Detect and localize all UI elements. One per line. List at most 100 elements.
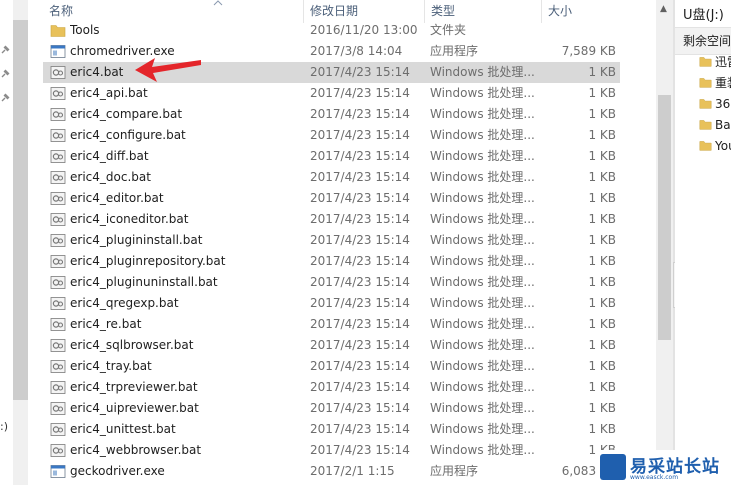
file-name: eric4_doc.bat	[70, 170, 151, 184]
file-row[interactable]: eric4_pluginuninstall.bat 2017/4/23 15:14…	[43, 272, 620, 293]
nav-scrollbar-thumb[interactable]	[13, 20, 28, 400]
file-type: Windows 批处理...	[430, 86, 535, 100]
file-row[interactable]: eric4_configure.bat 2017/4/23 15:14 Window…	[43, 125, 620, 146]
file-row[interactable]: eric4_uipreviewer.bat 2017/4/23 15:14 Wind…	[43, 398, 620, 419]
file-name: eric4_pluginuninstall.bat	[70, 275, 218, 289]
bat-file-icon	[50, 171, 66, 184]
details-pane: U盘(J:) 剩余空间 迅雷重装 360 Bai You	[675, 0, 731, 485]
file-date: 2017/4/23 15:14	[310, 359, 410, 373]
file-name: eric4_trpreviewer.bat	[70, 380, 198, 394]
file-type: Windows 批处理...	[430, 128, 535, 142]
file-date: 2017/4/23 15:14	[310, 422, 410, 436]
file-type: Windows 批处理...	[430, 422, 535, 436]
file-row[interactable]: eric4_diff.bat 2017/4/23 15:14 Windows 批处理…	[43, 146, 620, 167]
file-date: 2017/4/23 15:14	[310, 107, 410, 121]
file-name: eric4_sqlbrowser.bat	[70, 338, 194, 352]
file-row[interactable]: eric4_tray.bat 2017/4/23 15:14 Windows 批处理…	[43, 356, 620, 377]
file-row[interactable]: Tools 2016/11/20 13:00 文件夹	[43, 20, 620, 41]
file-row[interactable]: eric4_webbrowser.bat 2017/4/23 15:14 Windo…	[43, 440, 620, 461]
exe-icon	[50, 45, 66, 58]
drive-folder-item[interactable]: Bai	[699, 115, 731, 136]
drive-folder-item[interactable]: 360	[699, 94, 731, 115]
file-type: Windows 批处理...	[430, 380, 535, 394]
folder-icon	[50, 25, 66, 37]
file-size: 1 KB	[588, 149, 616, 163]
file-row[interactable]: eric4_api.bat 2017/4/23 15:14 Windows 批处理.…	[43, 83, 620, 104]
file-type: Windows 批处理...	[430, 296, 535, 310]
file-date: 2017/4/23 15:14	[310, 212, 410, 226]
file-date: 2017/4/23 15:14	[310, 275, 410, 289]
file-size: 1 KB	[588, 65, 616, 79]
file-row[interactable]: eric4_sqlbrowser.bat 2017/4/23 15:14 Windo…	[43, 335, 620, 356]
file-type: Windows 批处理...	[430, 275, 535, 289]
bat-file-icon	[50, 360, 66, 373]
file-date: 2017/4/23 15:14	[310, 191, 410, 205]
file-row[interactable]: eric4_compare.bat 2017/4/23 15:14 Windows …	[43, 104, 620, 125]
bat-file-icon	[50, 66, 66, 79]
file-date: 2017/4/23 15:14	[310, 401, 410, 415]
bat-file-icon	[50, 192, 66, 205]
file-row[interactable]: chromedriver.exe 2017/3/8 14:04 应用程序 7,589 …	[43, 41, 620, 62]
file-row[interactable]: geckodriver.exe 2017/2/1 1:15 应用程序 6,083 KB	[43, 461, 620, 482]
file-row[interactable]: eric4_qregexp.bat 2017/4/23 15:14 Windows …	[43, 293, 620, 314]
file-row[interactable]: eric4_pluginrepository.bat 2017/4/23 15:1…	[43, 251, 620, 272]
file-type: 应用程序	[430, 464, 479, 478]
drive-folder-label: 重装	[715, 76, 731, 90]
file-list-scrollbar-thumb[interactable]	[658, 95, 671, 340]
file-row[interactable]: eric4_unittest.bat 2017/4/23 15:14 Windows…	[43, 419, 620, 440]
scroll-up-arrow-icon[interactable]: ▲	[660, 4, 667, 14]
file-type: Windows 批处理...	[430, 254, 535, 268]
file-row[interactable]: eric4_trpreviewer.bat 2017/4/23 15:14 Wind…	[43, 377, 620, 398]
file-date: 2017/4/23 15:14	[310, 254, 410, 268]
folder-icon	[699, 141, 712, 151]
bat-file-icon	[50, 234, 66, 247]
red-arrow-annotation	[135, 58, 201, 82]
bat-file-icon	[50, 276, 66, 289]
drive-label[interactable]: U盘(J:)	[683, 4, 724, 23]
file-type: Windows 批处理...	[430, 317, 535, 331]
file-size: 1 KB	[588, 422, 616, 436]
pin-icon[interactable]	[0, 69, 10, 79]
exe-icon	[50, 465, 66, 478]
file-row[interactable]: eric4_plugininstall.bat 2017/4/23 15:14 Wi…	[43, 230, 620, 251]
file-name: eric4_qregexp.bat	[70, 296, 179, 310]
file-name: eric4_tray.bat	[70, 359, 152, 373]
file-row[interactable]: eric4_iconeditor.bat 2017/4/23 15:14 Windo…	[43, 209, 620, 230]
drive-folder-item[interactable]: 迅雷	[699, 52, 731, 73]
file-date: 2017/4/23 15:14	[310, 128, 410, 142]
pin-icon[interactable]	[0, 93, 10, 103]
file-name: eric4_uipreviewer.bat	[70, 401, 199, 415]
file-type: Windows 批处理...	[430, 107, 535, 121]
file-size: 1 KB	[588, 191, 616, 205]
file-size: 1 KB	[588, 401, 616, 415]
file-date: 2017/4/23 15:14	[310, 443, 410, 457]
navigation-pane: :)	[0, 0, 13, 485]
file-row[interactable]: eric4_re.bat 2017/4/23 15:14 Windows 批处理..…	[43, 314, 620, 335]
file-type: Windows 批处理...	[430, 149, 535, 163]
file-size: 1 KB	[588, 317, 616, 331]
file-date: 2017/4/23 15:14	[310, 296, 410, 310]
free-space-label: 剩余空间	[683, 34, 731, 48]
bat-file-icon	[50, 423, 66, 436]
file-type: 文件夹	[430, 23, 467, 37]
bat-file-icon	[50, 129, 66, 142]
file-size: 1 KB	[588, 212, 616, 226]
pin-icon[interactable]	[0, 45, 10, 55]
drive-folder-item[interactable]: 重装	[699, 73, 731, 94]
file-type: Windows 批处理...	[430, 65, 535, 79]
file-size: 1 KB	[588, 107, 616, 121]
file-row[interactable]: eric4.bat 2017/4/23 15:14 Windows 批处理... 1 …	[43, 62, 620, 83]
file-row[interactable]: eric4_doc.bat 2017/4/23 15:14 Windows 批处理.…	[43, 167, 620, 188]
bat-file-icon	[50, 318, 66, 331]
nav-item-label[interactable]: :)	[0, 420, 8, 433]
drive-folder-item[interactable]: You	[699, 136, 731, 157]
file-size: 1 KB	[588, 86, 616, 100]
file-name: eric4_webbrowser.bat	[70, 443, 202, 457]
file-row[interactable]: eric4_editor.bat 2017/4/23 15:14 Windows 批…	[43, 188, 620, 209]
file-size: 1 KB	[588, 338, 616, 352]
bat-file-icon	[50, 297, 66, 310]
drive-folder-label: You	[715, 139, 731, 153]
site-logo-icon	[600, 454, 626, 480]
file-name: eric4_editor.bat	[70, 191, 164, 205]
file-name: eric4_iconeditor.bat	[70, 212, 189, 226]
